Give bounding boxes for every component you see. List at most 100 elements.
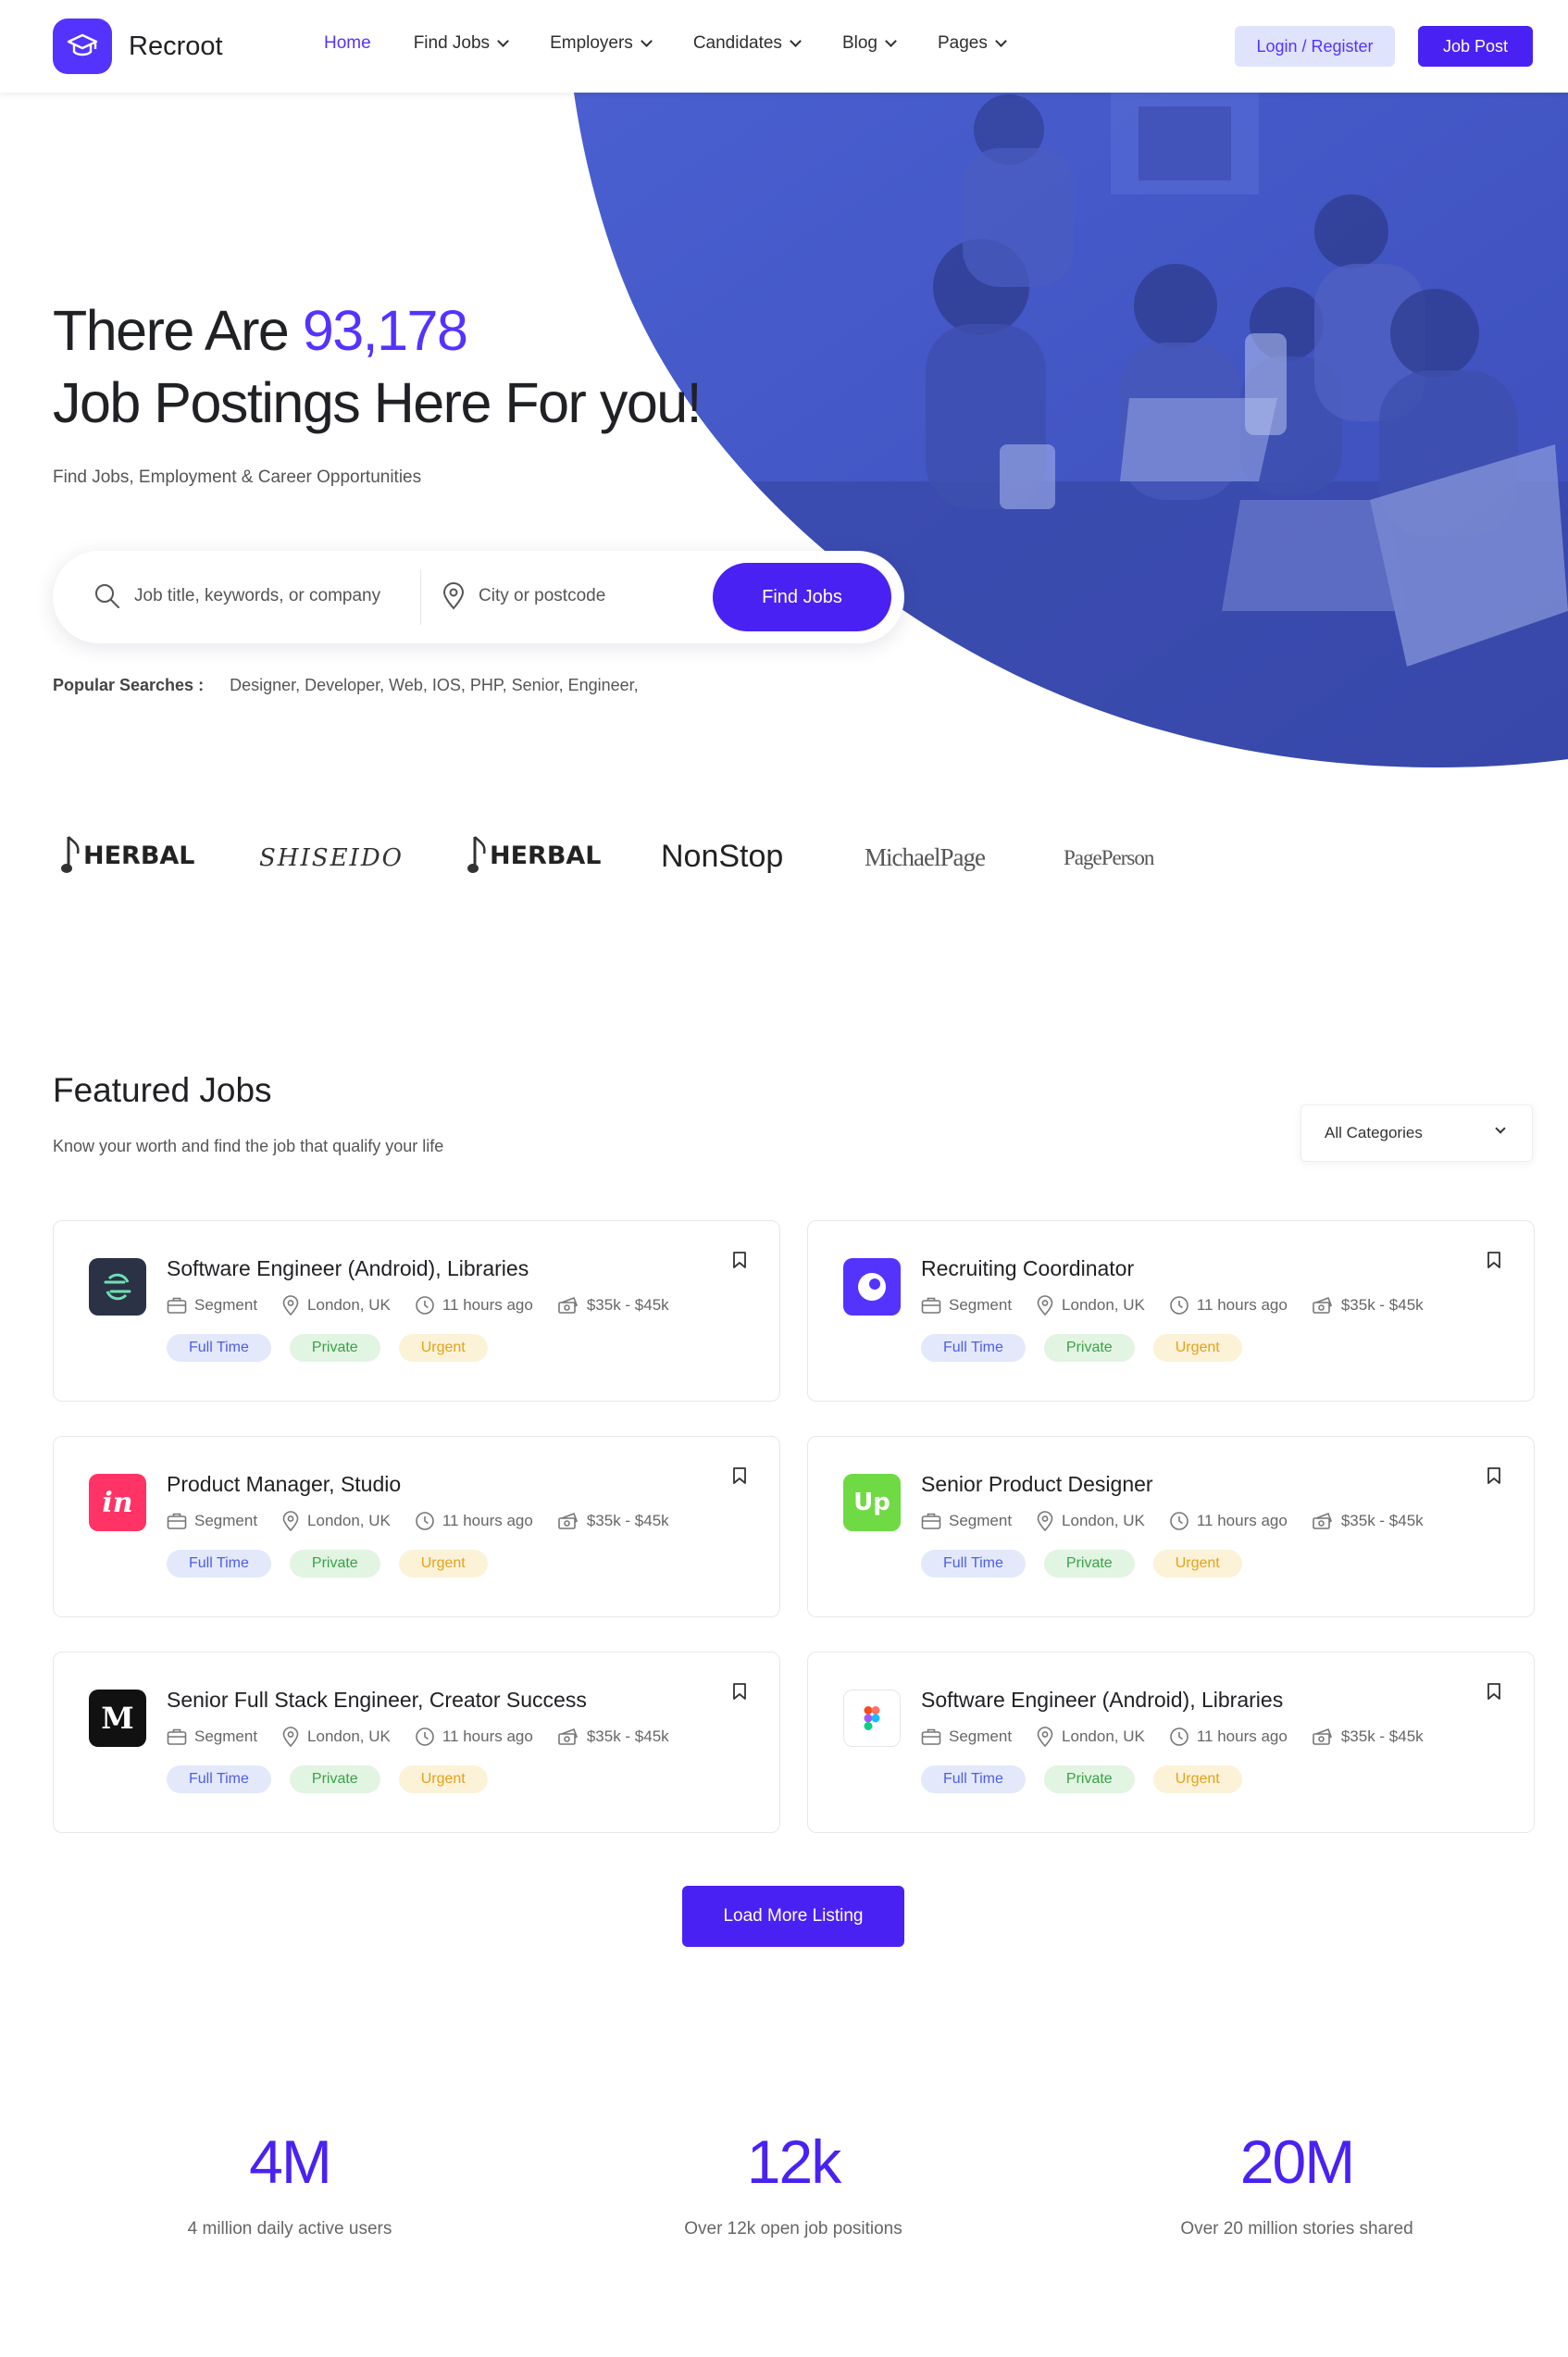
brand-logo[interactable]: Recroot <box>53 19 223 74</box>
tag-private[interactable]: Private <box>289 1334 380 1362</box>
tag-full-time[interactable]: Full Time <box>921 1550 1026 1578</box>
tag-private[interactable]: Private <box>1043 1550 1135 1578</box>
job-title[interactable]: Product Manager, Studio <box>167 1472 401 1497</box>
find-jobs-button[interactable]: Find Jobs <box>713 563 891 631</box>
map-pin-icon <box>282 1727 299 1747</box>
job-meta: Segment London, UK 11 hours ago $35k - $45k <box>921 1511 1424 1531</box>
tag-full-time[interactable]: Full Time <box>921 1334 1026 1362</box>
bookmark-button[interactable] <box>1487 1466 1501 1490</box>
tag-full-time[interactable]: Full Time <box>167 1334 271 1362</box>
bookmark-icon <box>1487 1467 1500 1484</box>
stat-item: 4M 4 million daily active users <box>95 2125 484 2239</box>
nav-blog[interactable]: Blog <box>841 33 897 54</box>
job-title[interactable]: Software Engineer (Android), Libraries <box>921 1688 1283 1713</box>
nav-candidates[interactable]: Candidates <box>692 33 802 54</box>
briefcase-icon <box>167 1513 187 1529</box>
job-card[interactable]: Software Engineer (Android), Libraries Se… <box>53 1220 780 1402</box>
nav-home[interactable]: Home <box>324 33 371 54</box>
hero-subtitle: Find Jobs, Employment & Career Opportuni… <box>53 468 422 487</box>
nav-label: Employers <box>550 33 633 53</box>
job-company-text: Segment <box>194 1727 258 1745</box>
bookmark-icon <box>733 1683 746 1700</box>
job-card[interactable]: Software Engineer (Android), Libraries Se… <box>807 1652 1535 1833</box>
category-select[interactable]: All Categories <box>1300 1104 1533 1162</box>
medium-logo-icon: M <box>101 1701 134 1736</box>
job-post-button[interactable]: Job Post <box>1418 26 1533 67</box>
tag-urgent[interactable]: Urgent <box>1152 1334 1242 1362</box>
tag-full-time[interactable]: Full Time <box>167 1765 271 1793</box>
hero-title-line2: Job Postings Here For you! <box>53 371 703 434</box>
brand-logo-herbal[interactable]: HERBAL <box>61 835 195 876</box>
job-title[interactable]: Senior Product Designer <box>921 1472 1153 1497</box>
nav-find-jobs[interactable]: Find Jobs <box>414 33 509 54</box>
job-location-text: London, UK <box>1062 1512 1145 1529</box>
job-card[interactable]: Recruiting Coordinator Segment London, UK 1… <box>807 1220 1535 1402</box>
nav-label: Blog <box>841 33 877 53</box>
stat-item: 12k Over 12k open job positions <box>599 2125 988 2239</box>
job-tags: Full Time Private Urgent <box>167 1334 488 1362</box>
job-title[interactable]: Senior Full Stack Engineer, Creator Succ… <box>167 1688 587 1713</box>
job-company: Segment <box>921 1511 1012 1531</box>
tag-urgent[interactable]: Urgent <box>1152 1765 1242 1793</box>
nav-employers[interactable]: Employers <box>550 33 653 54</box>
job-card[interactable]: M Senior Full Stack Engineer, Creator Suc… <box>53 1652 780 1833</box>
invision-logo-icon: in <box>102 1486 133 1519</box>
brand-logo-pageperson[interactable]: PagePerson <box>1064 846 1154 870</box>
clock-icon <box>416 1296 434 1315</box>
tag-private[interactable]: Private <box>1043 1765 1135 1793</box>
job-title[interactable]: Software Engineer (Android), Libraries <box>167 1256 529 1281</box>
brand-logo-shiseido[interactable]: SHISEIDO <box>259 844 404 872</box>
location-search-input[interactable]: City or postcode <box>479 586 605 606</box>
tag-private[interactable]: Private <box>289 1550 380 1578</box>
stat-value: 4M <box>249 2127 332 2196</box>
bookmark-button[interactable] <box>1487 1682 1501 1705</box>
job-card[interactable]: in Product Manager, Studio Segment London, … <box>53 1436 780 1617</box>
tag-urgent[interactable]: Urgent <box>398 1765 488 1793</box>
load-more-button[interactable]: Load More Listing <box>682 1886 904 1947</box>
tag-private[interactable]: Private <box>1043 1334 1135 1362</box>
job-company: Segment <box>921 1295 1012 1316</box>
tag-private[interactable]: Private <box>289 1765 380 1793</box>
job-posted-text: 11 hours ago <box>442 1296 533 1314</box>
brand-logo-michaelpage[interactable]: MichaelPage <box>865 843 986 872</box>
bookmark-button[interactable] <box>732 1466 747 1490</box>
bookmark-button[interactable] <box>732 1251 747 1274</box>
keyword-search-input[interactable]: Job title, keywords, or company <box>134 586 380 606</box>
job-location: London, UK <box>1036 1511 1145 1531</box>
stat-value: 20M <box>1239 2127 1355 2196</box>
bookmark-button[interactable] <box>1487 1251 1501 1274</box>
job-card[interactable]: Up Senior Product Designer Segment London, … <box>807 1436 1535 1617</box>
nav-pages[interactable]: Pages <box>938 33 1007 54</box>
login-register-button[interactable]: Login / Register <box>1235 26 1395 67</box>
tag-urgent[interactable]: Urgent <box>398 1334 488 1362</box>
figma-logo-icon <box>864 1706 880 1730</box>
job-location-text: London, UK <box>307 1512 391 1529</box>
tag-urgent[interactable]: Urgent <box>1152 1550 1242 1578</box>
popular-searches-terms[interactable]: Designer, Developer, Web, IOS, PHP, Seni… <box>230 676 639 695</box>
keyword-search-field[interactable]: Job title, keywords, or company <box>93 582 380 610</box>
briefcase-icon <box>167 1297 187 1314</box>
brand-logo-nonstop[interactable]: NonStop <box>661 839 783 875</box>
chevron-down-icon <box>640 35 653 47</box>
company-logo <box>843 1690 901 1747</box>
tag-urgent[interactable]: Urgent <box>398 1550 488 1578</box>
brand-logo-herbal-2[interactable]: HERBAL <box>467 835 602 876</box>
stat-label: Over 12k open job positions <box>684 2219 902 2239</box>
job-meta: Segment London, UK 11 hours ago $35k - $45k <box>167 1511 669 1531</box>
tag-full-time[interactable]: Full Time <box>167 1550 271 1578</box>
job-location: London, UK <box>1036 1727 1145 1747</box>
job-posted: 11 hours ago <box>415 1727 533 1747</box>
brand-name: Recroot <box>129 31 223 61</box>
brand-logo-text: HERBAL <box>490 841 602 870</box>
tag-full-time[interactable]: Full Time <box>921 1765 1026 1793</box>
job-salary: $35k - $45k <box>557 1727 669 1747</box>
bookmark-button[interactable] <box>732 1682 747 1705</box>
nav-label: Candidates <box>692 33 782 53</box>
location-search-field[interactable]: City or postcode <box>442 582 605 610</box>
job-posted: 11 hours ago <box>1169 1295 1288 1316</box>
clock-icon <box>1170 1512 1188 1530</box>
bookmark-icon <box>1487 1683 1500 1700</box>
category-select-value: All Categories <box>1325 1124 1423 1141</box>
map-pin-icon <box>282 1511 299 1531</box>
job-title[interactable]: Recruiting Coordinator <box>921 1256 1134 1281</box>
